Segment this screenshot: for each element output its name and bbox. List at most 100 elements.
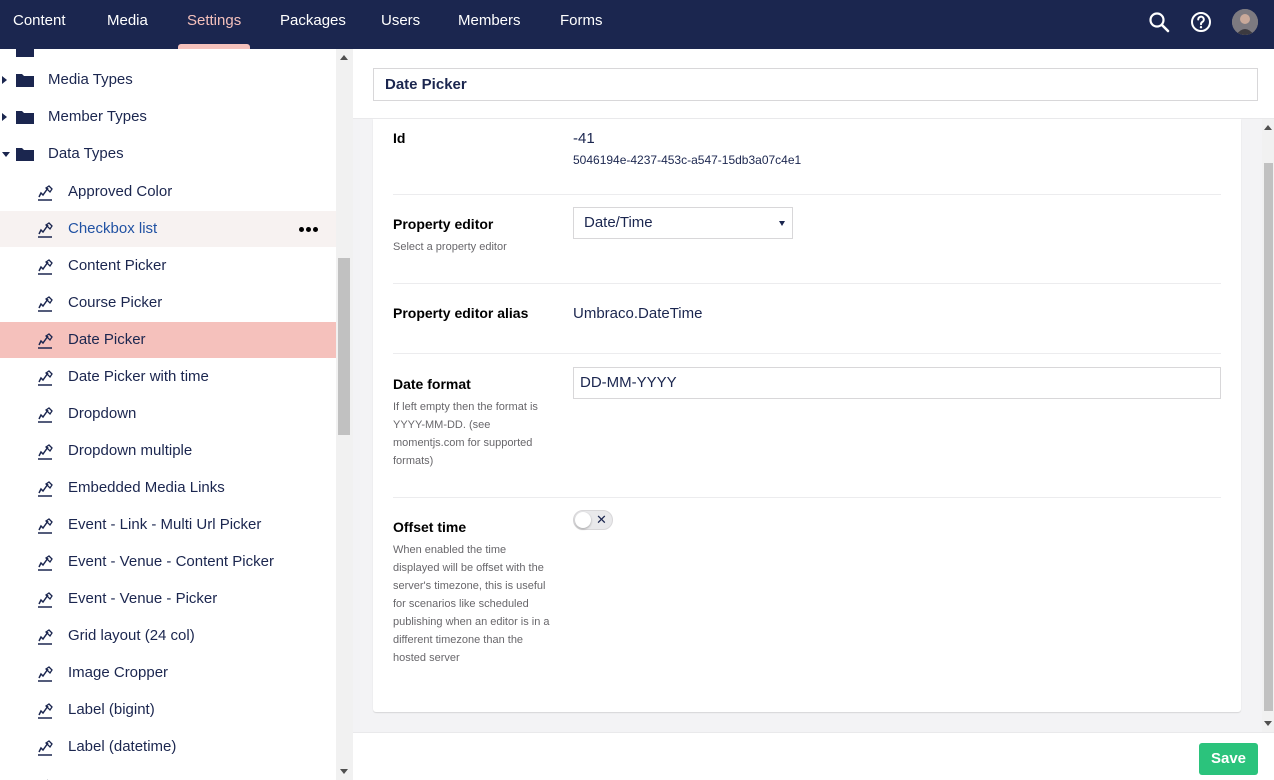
tree-folder-media-types[interactable]: Media Types xyxy=(0,63,336,99)
nav-users[interactable]: Users xyxy=(381,0,420,49)
tree-item-datatype[interactable]: Embedded Media Links xyxy=(0,470,336,506)
tree-item-datatype[interactable]: Event - Link - Multi Url Picker xyxy=(0,507,336,543)
tree-item-label: Label (bigint) xyxy=(68,701,155,718)
tree-item-label: Label (datetime) xyxy=(68,738,177,755)
scroll-up-icon[interactable] xyxy=(1264,125,1272,130)
tree-item-datatype[interactable]: Label (bigint) xyxy=(0,692,336,728)
datatype-icon xyxy=(38,481,53,497)
id-value: -41 xyxy=(573,130,595,147)
scrollbar-thumb[interactable] xyxy=(1264,163,1273,711)
scroll-up-icon[interactable] xyxy=(340,55,348,60)
folder-icon xyxy=(16,111,34,124)
tree-item-label: Event - Link - Multi Url Picker xyxy=(68,516,262,533)
datatype-icon xyxy=(38,592,53,608)
tree-item-label: Embedded Media Links xyxy=(68,479,225,496)
scroll-down-icon[interactable] xyxy=(1264,721,1272,726)
property-description: When enabled the time displayed will be … xyxy=(393,544,550,664)
chevron-down-icon xyxy=(779,221,785,226)
property-divider xyxy=(393,194,1221,195)
user-avatar[interactable] xyxy=(1232,9,1258,35)
tree-item-datatype-selected[interactable]: Date Picker xyxy=(0,322,336,358)
tree-item-datatype[interactable]: Checkbox list xyxy=(0,211,336,247)
tree-item-datatype[interactable]: Grid layout (24 col) xyxy=(0,618,336,654)
tree-item-label: Image Cropper xyxy=(68,664,169,681)
folder-icon xyxy=(16,74,34,87)
datatype-icon xyxy=(38,296,53,312)
tree-item-datatype[interactable]: Dropdown xyxy=(0,396,336,432)
property-description: If left empty then the format is YYYY-MM… xyxy=(393,401,538,467)
nav-members[interactable]: Members xyxy=(458,0,521,49)
property-description: Select a property editor xyxy=(393,241,507,253)
caret-right-icon[interactable] xyxy=(2,76,7,84)
datatype-icon xyxy=(38,185,53,201)
tree-folder-member-types[interactable]: Member Types xyxy=(0,100,336,136)
datatype-name-input[interactable]: Date Picker xyxy=(373,68,1258,101)
datatype-icon xyxy=(38,259,53,275)
nav-forms[interactable]: Forms xyxy=(560,0,603,49)
tree-folder-data-types[interactable]: Data Types xyxy=(0,137,336,173)
id-guid: 5046194e-4237-453c-a547-15db3a07c4e1 xyxy=(573,153,802,167)
datatype-icon xyxy=(38,555,53,571)
datatype-icon xyxy=(38,370,53,386)
tree-item-datatype[interactable]: Course Picker xyxy=(0,285,336,321)
tree-item-datatype[interactable]: Date Picker with time xyxy=(0,359,336,395)
search-icon[interactable] xyxy=(1147,10,1171,34)
tree-item-datatype[interactable]: Event - Venue - Picker xyxy=(0,581,336,617)
property-label: Property editor alias xyxy=(393,305,529,321)
scroll-down-icon[interactable] xyxy=(340,769,348,774)
tree-scrollbar[interactable] xyxy=(336,49,353,780)
tree-item-label: Event - Venue - Content Picker xyxy=(68,553,274,570)
select-value: Date/Time xyxy=(584,214,653,231)
datatype-icon xyxy=(47,779,48,780)
tree-item-datatype[interactable]: Label (datetime) xyxy=(0,729,336,765)
tree-item-datatype[interactable]: Image Cropper xyxy=(0,655,336,691)
caret-right-icon[interactable] xyxy=(2,113,7,121)
property-divider xyxy=(393,353,1221,354)
nav-packages[interactable]: Packages xyxy=(280,0,346,49)
tree-item-label: Date Picker with time xyxy=(68,368,209,385)
editor-scrollbar[interactable] xyxy=(1262,119,1274,732)
date-format-input[interactable]: DD-MM-YYYY xyxy=(573,367,1221,399)
property-divider xyxy=(393,497,1221,498)
tree-item-datatype[interactable]: Content Picker xyxy=(0,248,336,284)
nav-content[interactable]: Content xyxy=(13,0,66,49)
folder-icon xyxy=(16,148,34,161)
tree-item-datatype[interactable]: Event - Venue - Content Picker xyxy=(0,544,336,580)
datatype-icon xyxy=(38,333,53,349)
save-button[interactable]: Save xyxy=(1199,743,1258,775)
property-editor-select[interactable]: Date/Time xyxy=(573,207,793,239)
tree-item-label: Checkbox list xyxy=(68,220,158,237)
editor-footer: Save xyxy=(353,732,1274,780)
property-label: Offset time xyxy=(393,519,467,535)
editor-header: Date Picker xyxy=(353,49,1274,119)
caret-down-icon[interactable] xyxy=(2,152,10,157)
property-label: Property editor xyxy=(393,216,494,232)
toggle-knob xyxy=(575,512,591,528)
nav-media[interactable]: Media xyxy=(107,0,148,49)
top-navigation-bar: Content Media Settings Packages Users Me… xyxy=(0,0,1274,49)
offset-time-toggle[interactable]: ✕ xyxy=(573,510,613,530)
tree-item-datatype[interactable]: Approved Color xyxy=(0,174,336,210)
tree-item-label: Course Picker xyxy=(68,294,163,311)
properties-panel: Id -41 5046194e-4237-453c-a547-15db3a07c… xyxy=(373,119,1241,712)
alias-value: Umbraco.DateTime xyxy=(573,305,703,322)
datatype-icon xyxy=(38,518,53,534)
property-label: Id xyxy=(393,130,406,146)
folder-label: Media Types xyxy=(48,71,133,88)
help-icon[interactable] xyxy=(1189,10,1213,34)
editor-body: Id -41 5046194e-4237-453c-a547-15db3a07c… xyxy=(353,119,1274,732)
more-actions-icon[interactable] xyxy=(299,227,319,233)
datatype-icon xyxy=(38,740,53,756)
nav-settings[interactable]: Settings xyxy=(187,0,241,49)
tree-item-label: Dropdown xyxy=(68,405,137,422)
folder-label: Member Types xyxy=(48,108,147,125)
property-divider xyxy=(393,283,1221,284)
tree-item-label: Dropdown multiple xyxy=(68,442,193,459)
datatype-icon xyxy=(38,444,53,460)
scrollbar-thumb[interactable] xyxy=(338,258,350,435)
tree-item-datatype[interactable]: Dropdown multiple xyxy=(0,433,336,469)
datatype-icon xyxy=(38,629,53,645)
datatype-icon xyxy=(38,222,53,238)
datatype-icon xyxy=(38,666,53,682)
tree-item-label: Content Picker xyxy=(68,257,167,274)
